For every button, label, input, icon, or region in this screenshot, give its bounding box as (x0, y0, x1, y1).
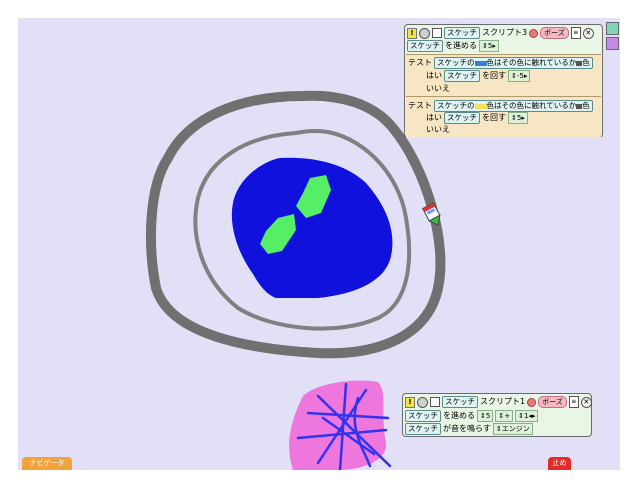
checkbox-icon[interactable] (432, 28, 442, 38)
color-swatch[interactable] (474, 103, 487, 109)
sketch-tile[interactable]: スケッチ (405, 423, 441, 435)
close-icon[interactable]: ✕ (580, 396, 592, 408)
test-label: テスト (408, 58, 432, 67)
sketch-tile[interactable]: スケッチ (407, 40, 443, 52)
script-name[interactable]: スクリプト3 (482, 27, 527, 39)
sketch-tile[interactable]: スケッチ (405, 410, 441, 422)
turn-value-text: -5 (516, 72, 524, 80)
clock-icon[interactable] (417, 396, 428, 408)
condition-text: 色はその色に触れているか (486, 101, 577, 110)
sound-verb: が音を鳴らす (443, 424, 491, 433)
turn-verb: を回す (482, 71, 506, 80)
navigator-button[interactable]: ナビゲータ (22, 457, 72, 470)
sketch-tile[interactable]: スケッチ (442, 396, 478, 408)
no-label: いいえ (426, 84, 450, 93)
checkbox-icon[interactable] (430, 397, 440, 407)
yes-label: はい (426, 71, 442, 80)
status-dot-icon (529, 28, 539, 38)
color-swatch[interactable] (474, 60, 487, 66)
stop-button[interactable]: 止め (548, 457, 571, 470)
condition-tile[interactable]: スケッチの 色はその色に触れているか色 (434, 100, 593, 112)
document-icon[interactable]: ≡ (570, 27, 581, 39)
yes-label: はい (426, 113, 442, 122)
operator-text: + (504, 412, 511, 420)
forward-value[interactable]: ⇕5▸ (479, 40, 499, 52)
forward-verb: を進める (445, 41, 477, 50)
sound-name: エンジン (501, 425, 530, 433)
pink-pad (289, 380, 387, 470)
exclaim-icon[interactable]: ! (405, 396, 415, 408)
test-block-1[interactable]: テスト スケッチの 色はその色に触れているか色 はい スケッチ を回す ⇕-5▸ … (406, 54, 601, 97)
turn-value[interactable]: ⇕-5▸ (508, 70, 531, 82)
test-block-2[interactable]: テスト スケッチの 色はその色に触れているか色 はい スケッチ を回す ⇕5▸ い… (406, 96, 601, 138)
forward-value-b[interactable]: ⇕1◂▸ (515, 410, 539, 422)
script-window-1[interactable]: ! スケッチ スクリプト1 ポーズ ≡ ✕ スケッチ を進める ⇕5 ⇕+ ⇕1… (402, 393, 592, 437)
forward-value-text: 5 (487, 42, 493, 50)
forward-value-a[interactable]: ⇕5 (477, 410, 494, 422)
pause-button[interactable]: ポーズ (540, 27, 569, 39)
turn-verb: を回す (482, 113, 506, 122)
forward-value-a-text: 5 (485, 412, 491, 420)
forward-value-b-text: 1 (523, 412, 529, 420)
forward-verb: を進める (443, 411, 475, 420)
turn-value[interactable]: ⇕5▸ (508, 112, 528, 124)
sketch-tile[interactable]: スケッチ (444, 27, 480, 39)
no-label: いいえ (426, 125, 450, 134)
supplies-flap-icon[interactable] (606, 22, 619, 35)
color-suffix: 色 (582, 58, 590, 67)
operator[interactable]: ⇕+ (495, 410, 514, 422)
status-dot-icon (527, 397, 537, 407)
sketch-tile[interactable]: スケッチ (444, 70, 480, 82)
script-window-3[interactable]: ! スケッチ スクリプト3 ポーズ ≡ ✕ スケッチ を進める ⇕5▸ テスト … (404, 24, 603, 138)
widgets-flap-icon[interactable] (606, 37, 619, 50)
turn-value-text: 5 (516, 114, 522, 122)
condition-tile[interactable]: スケッチの 色はその色に触れているか色 (434, 57, 593, 69)
script-name[interactable]: スクリプト1 (480, 396, 525, 408)
close-icon[interactable]: ✕ (582, 27, 594, 39)
color-suffix: 色 (582, 101, 590, 110)
document-icon[interactable]: ≡ (568, 396, 579, 408)
clock-icon[interactable] (419, 27, 430, 39)
exclaim-icon[interactable]: ! (407, 27, 417, 39)
car-sprite[interactable] (421, 200, 447, 230)
sound-selector[interactable]: ⇕エンジン (492, 423, 533, 435)
condition-text: 色はその色に触れているか (486, 58, 577, 67)
test-label: テスト (408, 101, 432, 110)
condition-prefix: スケッチの (437, 101, 475, 110)
sketch-tile[interactable]: スケッチ (444, 112, 480, 124)
pause-button[interactable]: ポーズ (538, 396, 567, 408)
condition-prefix: スケッチの (437, 58, 475, 67)
